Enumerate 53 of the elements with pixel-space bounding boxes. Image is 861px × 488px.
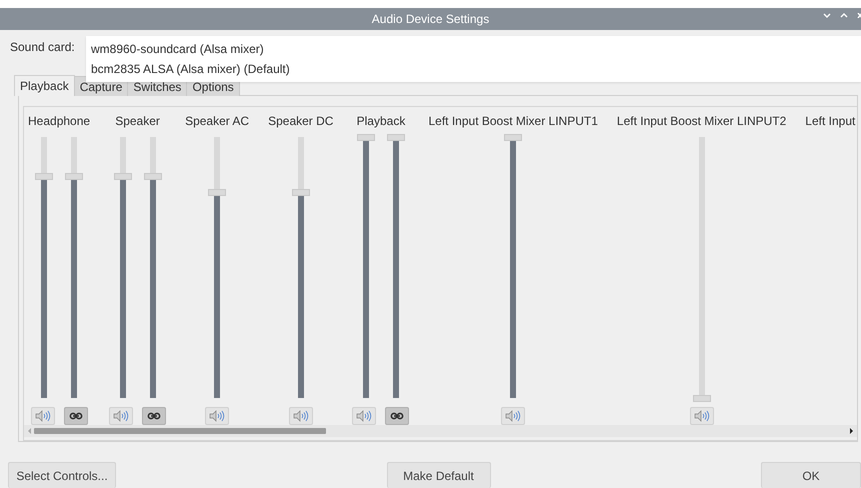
channel-label: Playback [356,113,406,129]
channel-label: Headphone [28,113,90,129]
slider-thumb[interactable] [504,134,522,141]
speaker-icon [505,410,522,422]
slider-thumb[interactable] [144,173,162,180]
tab[interactable]: Playback [14,75,75,96]
slider-thumb[interactable] [356,134,375,141]
mute-button[interactable] [30,407,55,425]
horizontal-scrollbar[interactable] [24,425,857,437]
chain-link-icon [68,412,83,420]
sound-card-label: Sound card: [10,40,75,54]
minimize-icon [823,13,831,18]
mute-button[interactable] [288,407,313,425]
slider-thumb[interactable] [35,173,54,180]
scrollbar-thumb[interactable] [34,428,326,434]
slider-thumb[interactable] [65,173,84,180]
close-icon [857,13,861,18]
dropdown-option[interactable]: bcm2835 ALSA (Alsa mixer) (Default) [86,59,861,79]
scroll-left-icon [28,428,31,434]
window-title: Audio Device Settings [372,12,490,26]
link-button[interactable] [142,407,166,425]
slider-thumb[interactable] [386,134,405,141]
channel-label: Left Input Boost Mixer LINPUT1 [428,113,598,129]
chain-link-icon [147,412,162,420]
link-button[interactable] [385,407,410,425]
chain-link-icon [390,412,404,420]
mute-button[interactable] [205,407,230,425]
speaker-icon [356,410,372,422]
channel-label: Left Input Boost Mixer LINPUT2 [616,113,786,129]
mute-button[interactable] [109,407,134,425]
dropdown-option[interactable]: wm8960-soundcard (Alsa mixer) [86,39,861,59]
slider-thumb[interactable] [208,188,226,196]
mute-button[interactable] [501,407,526,425]
maximize-icon [840,13,848,18]
scroll-right-icon [850,428,853,434]
dialog-button[interactable]: Make Default [386,462,490,488]
speaker-icon [34,410,51,422]
channel-label: Speaker [115,113,160,129]
dialog-button[interactable]: Select Controls... [8,462,116,488]
channel-label: Left Input [805,113,856,129]
dialog-button[interactable]: OK [761,462,861,488]
channel-label: Speaker DC [268,113,334,129]
mute-button[interactable] [690,407,714,425]
speaker-icon [694,410,710,422]
speaker-icon [209,410,226,422]
slider-thumb[interactable] [692,395,711,402]
speaker-icon [292,410,309,422]
speaker-icon [113,410,130,422]
mute-button[interactable] [352,407,376,425]
channel-label: Speaker AC [185,113,250,129]
slider-thumb[interactable] [114,173,132,180]
link-button[interactable] [64,407,88,425]
slider-thumb[interactable] [292,188,310,196]
